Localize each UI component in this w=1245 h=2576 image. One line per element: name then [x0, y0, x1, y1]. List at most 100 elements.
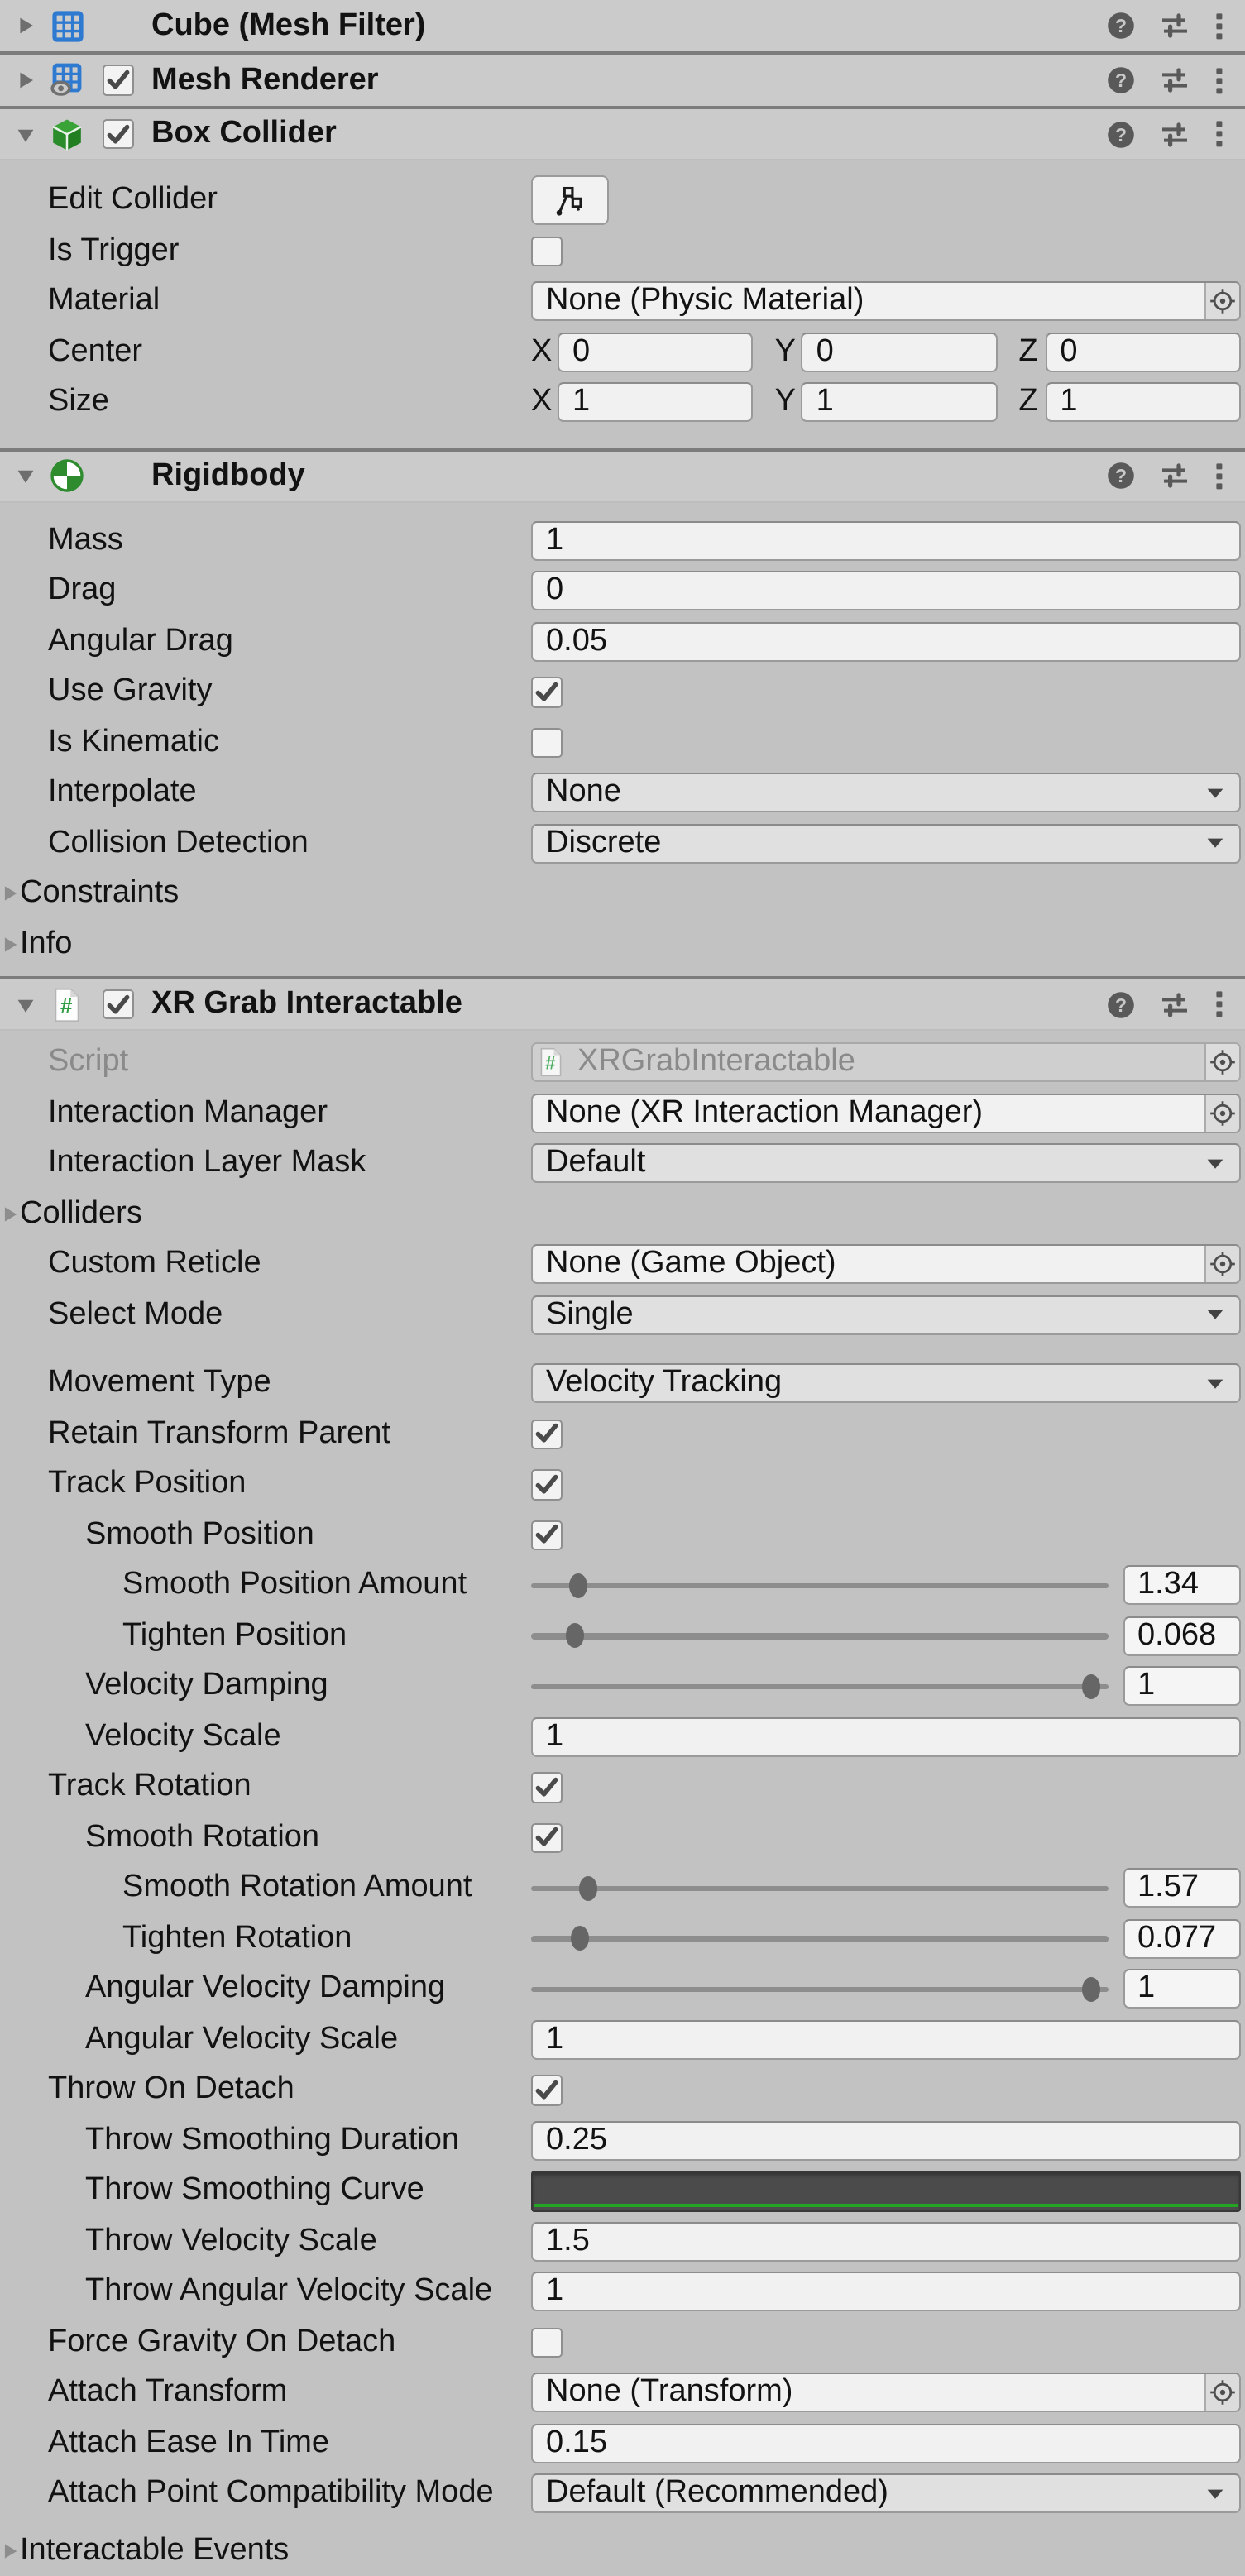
velocity-damping-slider-track[interactable]: [531, 1661, 1108, 1712]
movement-type-dropdown[interactable]: Velocity Tracking: [531, 1364, 1241, 1404]
interpolate-dropdown[interactable]: None: [531, 773, 1241, 813]
expanded-arrow-icon[interactable]: [0, 451, 50, 500]
kebab-menu-icon[interactable]: [1214, 65, 1223, 95]
component-enable-checkbox[interactable]: [103, 119, 133, 150]
collapsed-arrow-icon[interactable]: [0, 0, 50, 51]
slider-handle[interactable]: [1082, 1674, 1100, 1699]
slider-handle[interactable]: [1082, 1977, 1100, 2002]
smooth-position-amount-slider-track[interactable]: [531, 1560, 1108, 1611]
row-constraints[interactable]: Constraints: [0, 869, 1245, 919]
slider-handle[interactable]: [565, 1624, 583, 1649]
slider-handle[interactable]: [570, 1573, 588, 1598]
throw-on-detach-checkbox[interactable]: [531, 2075, 562, 2105]
expanded-arrow-icon[interactable]: [0, 109, 50, 159]
presets-icon[interactable]: [1159, 120, 1189, 148]
attach-point-compatibility-mode-dropdown[interactable]: Default (Recommended): [531, 2474, 1241, 2514]
row-interactable-events[interactable]: Interactable Events: [0, 2526, 1245, 2576]
angular-velocity-damping-value-field[interactable]: 1: [1123, 1970, 1241, 2009]
interaction-manager-object-field[interactable]: None (XR Interaction Manager): [531, 1094, 1241, 1133]
throw-angular-velocity-scale-field[interactable]: 1: [531, 2272, 1241, 2312]
foldout-arrow-icon[interactable]: [0, 935, 20, 955]
expanded-arrow-icon[interactable]: [0, 979, 50, 1029]
velocity-scale-field[interactable]: 1: [531, 1717, 1241, 1757]
slider-handle[interactable]: [571, 1927, 589, 1951]
help-icon[interactable]: ?: [1106, 462, 1134, 490]
header-actions: ?: [1106, 119, 1223, 149]
component-header-box-collider[interactable]: Box Collider?: [0, 109, 1245, 160]
axis-group: Z0: [1018, 333, 1241, 372]
angular-velocity-damping-slider-track[interactable]: [531, 1964, 1108, 2014]
throw-smoothing-curve-curve-field[interactable]: [531, 2171, 1241, 2212]
kebab-menu-icon[interactable]: [1214, 11, 1223, 41]
object-picker-button[interactable]: [1204, 284, 1239, 320]
tighten-rotation-value-field[interactable]: 0.077: [1123, 1919, 1241, 1959]
throw-velocity-scale-field[interactable]: 1.5: [531, 2222, 1241, 2262]
foldout-arrow-icon[interactable]: [0, 2541, 20, 2561]
smooth-position-amount-value-field[interactable]: 1.34: [1123, 1566, 1241, 1606]
help-icon[interactable]: ?: [1106, 66, 1134, 94]
presets-icon[interactable]: [1159, 66, 1189, 94]
row-colliders[interactable]: Colliders: [0, 1189, 1245, 1239]
object-picker-button[interactable]: [1204, 1247, 1239, 1283]
script-object-field[interactable]: #XRGrabInteractable: [531, 1043, 1241, 1083]
smooth-rotation-checkbox[interactable]: [531, 1822, 562, 1853]
material-object-field[interactable]: None (Physic Material): [531, 282, 1241, 322]
throw-smoothing-duration-field[interactable]: 0.25: [531, 2121, 1241, 2161]
foldout-arrow-icon[interactable]: [0, 1204, 20, 1224]
attach-ease-in-time-field[interactable]: 0.15: [531, 2424, 1241, 2463]
mass-field[interactable]: 1: [531, 521, 1241, 561]
smooth-rotation-amount-slider-track[interactable]: [531, 1863, 1108, 1913]
slider-handle[interactable]: [578, 1876, 596, 1901]
custom-reticle-object-field[interactable]: None (Game Object): [531, 1245, 1241, 1285]
component-header-xr-grab-interactable[interactable]: #XR Grab Interactable?: [0, 979, 1245, 1031]
track-position-checkbox[interactable]: [531, 1469, 562, 1500]
center-y-field[interactable]: 0: [802, 333, 998, 372]
retain-transform-parent-checkbox[interactable]: [531, 1419, 562, 1449]
component-header-mesh-renderer[interactable]: Mesh Renderer?: [0, 55, 1245, 106]
use-gravity-checkbox[interactable]: [531, 677, 562, 707]
component-enable-checkbox[interactable]: [103, 65, 133, 96]
tighten-position-value-field[interactable]: 0.068: [1123, 1616, 1241, 1656]
smooth-position-checkbox[interactable]: [531, 1520, 562, 1550]
edit-collider-button[interactable]: [531, 176, 609, 226]
row-value-col: [531, 667, 1241, 717]
collapsed-arrow-icon[interactable]: [0, 55, 50, 106]
component-header-rigidbody[interactable]: Rigidbody?: [0, 451, 1245, 502]
component-header-cube-mesh-filter[interactable]: Cube (Mesh Filter)?: [0, 0, 1245, 51]
size-z-field[interactable]: 1: [1045, 383, 1241, 423]
angular-velocity-scale-field[interactable]: 1: [531, 2020, 1241, 2060]
select-mode-dropdown[interactable]: Single: [531, 1295, 1241, 1335]
foldout-arrow-icon[interactable]: [0, 884, 20, 904]
presets-icon[interactable]: [1159, 462, 1189, 490]
help-icon[interactable]: ?: [1106, 120, 1134, 148]
kebab-menu-icon[interactable]: [1214, 989, 1223, 1019]
row-info[interactable]: Info: [0, 919, 1245, 970]
tighten-position-slider-track[interactable]: [531, 1611, 1108, 1661]
track-rotation-checkbox[interactable]: [531, 1772, 562, 1803]
drag-field[interactable]: 0: [531, 572, 1241, 611]
center-z-field[interactable]: 0: [1045, 333, 1241, 372]
angular-drag-field[interactable]: 0.05: [531, 622, 1241, 662]
center-x-field[interactable]: 0: [558, 333, 754, 372]
attach-transform-object-field[interactable]: None (Transform): [531, 2373, 1241, 2413]
velocity-damping-value-field[interactable]: 1: [1123, 1667, 1241, 1707]
presets-icon[interactable]: [1159, 990, 1189, 1018]
kebab-menu-icon[interactable]: [1214, 119, 1223, 149]
help-icon[interactable]: ?: [1106, 990, 1134, 1018]
presets-icon[interactable]: [1159, 12, 1189, 40]
interaction-layer-mask-dropdown[interactable]: Default: [531, 1144, 1241, 1184]
kebab-menu-icon[interactable]: [1214, 461, 1223, 491]
object-picker-button[interactable]: [1204, 2375, 1239, 2411]
collision-detection-dropdown[interactable]: Discrete: [531, 824, 1241, 864]
component-enable-checkbox[interactable]: [103, 989, 133, 1020]
object-picker-button[interactable]: [1204, 1045, 1239, 1081]
is-kinematic-checkbox[interactable]: [531, 727, 562, 758]
is-trigger-checkbox[interactable]: [531, 236, 562, 266]
size-y-field[interactable]: 1: [802, 383, 998, 423]
size-x-field[interactable]: 1: [558, 383, 754, 423]
object-picker-button[interactable]: [1204, 1095, 1239, 1132]
force-gravity-on-detach-checkbox[interactable]: [531, 2327, 562, 2358]
help-icon[interactable]: ?: [1106, 12, 1134, 40]
tighten-rotation-slider-track[interactable]: [531, 1913, 1108, 1964]
smooth-rotation-amount-value-field[interactable]: 1.57: [1123, 1869, 1241, 1908]
